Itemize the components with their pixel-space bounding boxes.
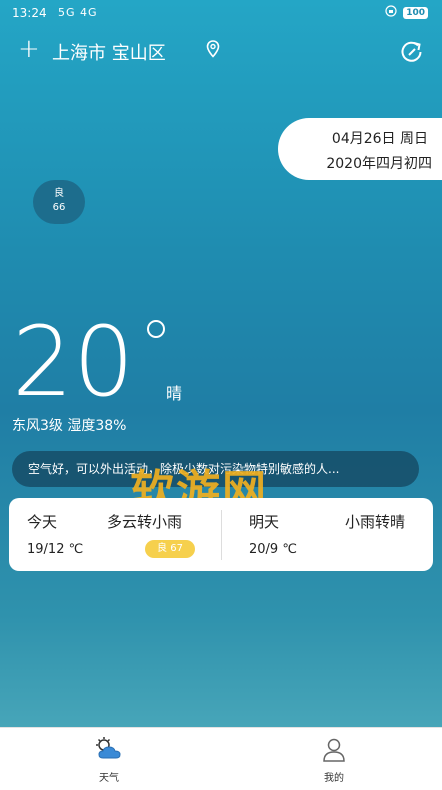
forecast-today-condition: 多云转小雨	[107, 513, 183, 531]
lock-icon	[385, 5, 397, 20]
tab-profile-label: 我的	[324, 773, 344, 784]
forecast-card: 今天 多云转小雨 19/12 ℃ 良 67 明天 小雨转晴 20/9 ℃	[9, 498, 433, 571]
aqi-value: 66	[52, 202, 66, 213]
weather-icon	[69, 736, 149, 765]
city-name[interactable]: 上海市 宝山区	[52, 39, 166, 65]
tab-weather-label: 天气	[99, 773, 119, 784]
aqi-level: 良	[54, 188, 64, 199]
current-temperature: 20	[12, 306, 135, 418]
header: + 上海市 宝山区	[0, 32, 442, 72]
forecast-today-aqi: 良 67	[145, 540, 195, 558]
add-city-button[interactable]: +	[18, 34, 40, 64]
status-bar: 13:24 5G 4G 100	[0, 0, 442, 26]
profile-icon	[294, 736, 374, 765]
forecast-divider	[221, 510, 222, 560]
forecast-tomorrow-condition: 小雨转晴	[345, 513, 406, 531]
refresh-icon[interactable]	[400, 40, 424, 68]
forecast-tomorrow-label: 明天	[249, 513, 280, 531]
tab-weather[interactable]: 天气	[69, 736, 149, 784]
location-icon[interactable]	[206, 40, 220, 62]
forecast-tomorrow-temp: 20/9 ℃	[249, 542, 297, 557]
current-condition: 晴	[166, 384, 183, 403]
solar-date: 04月26日 周日	[331, 131, 428, 147]
degree-symbol	[147, 320, 165, 338]
signal-icon: 5G 4G	[58, 6, 98, 19]
date-card: 04月26日 周日 2020年四月初四	[278, 118, 442, 180]
tab-profile[interactable]: 我的	[294, 736, 374, 784]
status-time: 13:24	[12, 6, 47, 20]
status-right: 100	[385, 5, 428, 20]
forecast-today-temp: 19/12 ℃	[27, 542, 84, 557]
wind-humidity: 东风3级 湿度38%	[12, 418, 127, 434]
aqi-badge[interactable]: 良 66	[33, 180, 85, 224]
battery-icon: 100	[403, 6, 428, 19]
tab-bar: 天气 我的	[0, 727, 442, 790]
lunar-date: 2020年四月初四	[326, 156, 432, 172]
forecast-today-label: 今天	[27, 513, 58, 531]
